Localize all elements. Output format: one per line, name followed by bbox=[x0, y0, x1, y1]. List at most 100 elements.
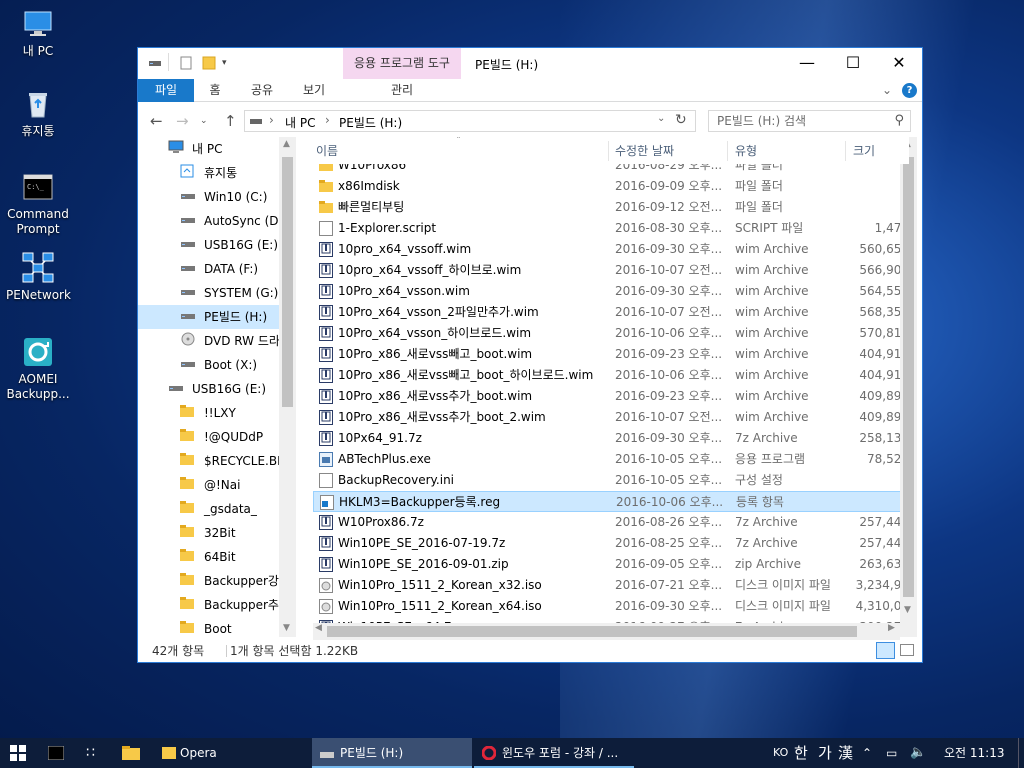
taskbar-item-opera[interactable]: Opera bbox=[154, 738, 306, 768]
breadcrumb-drive[interactable]: PE빌드 (H:) bbox=[339, 114, 402, 131]
file-list-scrollbar[interactable]: ▲ ▼ bbox=[900, 137, 917, 637]
nav-item[interactable]: Win10 (C:) bbox=[138, 185, 279, 209]
column-header-size[interactable]: 크기 bbox=[853, 137, 875, 165]
new-folder-icon[interactable] bbox=[202, 56, 216, 70]
nav-scrollbar-thumb[interactable] bbox=[282, 157, 293, 407]
file-explorer-taskbar-icon[interactable] bbox=[122, 738, 146, 768]
taskbar-item-opera-browser[interactable]: 윈도우 포럼 - 강좌 / ... bbox=[474, 738, 634, 768]
nav-item[interactable]: 휴지통 bbox=[138, 161, 279, 185]
nav-item[interactable]: !@QUDdP bbox=[138, 425, 279, 449]
file-row[interactable]: Win10PE_SE_2016-09-01.zip 2016-09-05 오후..… bbox=[313, 554, 909, 575]
scroll-right-icon[interactable]: ▶ bbox=[888, 623, 895, 633]
file-row[interactable]: HKLM3=Backupper등록.reg 2016-10-06 오후... 등록 … bbox=[313, 491, 910, 512]
file-row[interactable]: ABTechPlus.exe 2016-10-05 오후... 응용 프로그램 78,… bbox=[313, 449, 909, 470]
column-header-date[interactable]: 수정한 날짜 bbox=[615, 137, 674, 165]
nav-item[interactable]: 64Bit bbox=[138, 545, 279, 569]
scroll-down-icon[interactable]: ▼ bbox=[283, 623, 290, 633]
tab-manage[interactable]: 관리 bbox=[343, 79, 461, 102]
nav-scrollbar[interactable]: ▲ ▼ bbox=[279, 137, 296, 637]
nav-item[interactable]: AutoSync (D:) bbox=[138, 209, 287, 233]
desktop-icon-this-pc[interactable]: 내 PC bbox=[6, 8, 70, 59]
nav-item[interactable]: DVD RW 드라 bbox=[138, 329, 280, 353]
task-view-icon[interactable]: ∷ bbox=[86, 738, 110, 768]
file-row[interactable]: 10Pro_x86_새로vss빼고_boot.wim 2016-09-23 오후.… bbox=[313, 344, 909, 365]
network-tray-icon[interactable]: ▭ bbox=[886, 738, 897, 768]
file-list-scrollbar-thumb[interactable] bbox=[903, 157, 914, 597]
file-row[interactable]: 10Pro_x86_새로vss추가_boot_2.wim 2016-10-07 오… bbox=[313, 407, 909, 428]
file-row[interactable]: W10Prox86.7z 2016-08-26 오후... 7z Archive 25… bbox=[313, 512, 909, 533]
desktop-icon-recycle-bin[interactable]: 휴지통 bbox=[6, 88, 70, 139]
search-input[interactable]: PE빌드 (H:) 검색 ⚲ bbox=[708, 110, 911, 132]
nav-item[interactable]: Boot (X:) bbox=[138, 353, 279, 377]
column-header-name[interactable]: 이름 bbox=[316, 137, 338, 165]
help-icon[interactable]: ? bbox=[902, 83, 917, 98]
nav-item[interactable]: Backupper강죄 bbox=[138, 569, 290, 593]
address-dropdown-icon[interactable]: ⌄ bbox=[657, 113, 665, 124]
column-divider[interactable] bbox=[608, 141, 609, 161]
tab-home[interactable]: 홈 bbox=[198, 79, 232, 102]
file-row[interactable]: 10Pro_x64_vsson_하이브로드.wim 2016-10-06 오후..… bbox=[313, 323, 909, 344]
ime-mode-indicator[interactable]: 가 bbox=[818, 738, 832, 768]
tab-file[interactable]: 파일 bbox=[138, 79, 194, 102]
nav-item[interactable]: @!Nai bbox=[138, 473, 279, 497]
file-row[interactable]: 10Pro_x86_새로vss추가_boot.wim 2016-09-23 오후.… bbox=[313, 386, 909, 407]
nav-item[interactable]: 32Bit bbox=[138, 521, 279, 545]
start-button[interactable] bbox=[0, 738, 36, 768]
file-row[interactable]: BackupRecovery.ini2016-10-05 오후...구성 설정1 bbox=[313, 470, 909, 491]
desktop-icon-penetwork[interactable]: PENetwork bbox=[6, 252, 71, 303]
nav-item[interactable]: _gsdata_ bbox=[138, 497, 279, 521]
nav-item[interactable]: !!LXY bbox=[138, 401, 279, 425]
nav-item[interactable]: Backupper추가 bbox=[138, 593, 290, 617]
nav-item[interactable]: DATA (F:) bbox=[138, 257, 279, 281]
scroll-down-icon[interactable]: ▼ bbox=[904, 605, 911, 615]
refresh-icon[interactable]: ↻ bbox=[675, 112, 687, 128]
horizontal-scrollbar[interactable]: ◀ ▶ bbox=[313, 623, 900, 640]
nav-item[interactable]: PE빌드 (H:) bbox=[138, 305, 279, 329]
up-arrow-icon[interactable]: ↑ bbox=[224, 112, 237, 130]
scroll-up-icon[interactable]: ▲ bbox=[283, 139, 290, 149]
file-row[interactable]: 10pro_x64_vssoff.wim 2016-09-30 오후... wim … bbox=[313, 239, 909, 260]
details-view-icon[interactable] bbox=[876, 642, 895, 659]
desktop-icon-command-prompt[interactable]: C:\_ Command Prompt bbox=[6, 171, 70, 237]
desktop-icon-aomei-backupper[interactable]: AOMEI Backupp... bbox=[6, 336, 70, 402]
nav-item[interactable]: SYSTEM (G:) bbox=[138, 281, 279, 305]
chevron-down-icon[interactable]: ▾ bbox=[222, 58, 227, 72]
close-button[interactable]: ✕ bbox=[876, 48, 922, 78]
search-icon[interactable]: ⚲ bbox=[894, 111, 904, 131]
large-icons-view-icon[interactable] bbox=[900, 644, 914, 656]
tab-share[interactable]: 공유 bbox=[242, 79, 282, 102]
file-row[interactable]: 10Pro_x64_vsson_2파일만추가.wim 2016-10-07 오전.… bbox=[313, 302, 909, 323]
file-row[interactable]: Win10Pro_1511_2_Korean_x64.iso 2016-09-30… bbox=[313, 596, 909, 617]
horizontal-scrollbar-thumb[interactable] bbox=[327, 626, 857, 637]
maximize-button[interactable]: ☐ bbox=[830, 48, 876, 78]
clock[interactable]: 오전 11:13 bbox=[944, 738, 1004, 768]
nav-item[interactable]: USB16G (E:) bbox=[138, 377, 279, 401]
tab-view[interactable]: 보기 bbox=[294, 79, 334, 102]
nav-item[interactable]: USB16G (E:) bbox=[138, 233, 279, 257]
tray-chevron-up-icon[interactable]: ⌃ bbox=[862, 738, 872, 768]
minimize-button[interactable]: — bbox=[784, 48, 830, 78]
forward-arrow-icon[interactable]: → bbox=[176, 112, 189, 130]
taskbar-item-pe-build[interactable]: PE빌드 (H:) bbox=[312, 738, 472, 768]
column-divider[interactable] bbox=[727, 141, 728, 161]
breadcrumb-this-pc[interactable]: 내 PC bbox=[285, 114, 315, 131]
language-indicator[interactable]: KO bbox=[773, 738, 788, 768]
column-divider[interactable] bbox=[845, 141, 846, 161]
file-row[interactable]: 10pro_x64_vssoff_하이브로.wim 2016-10-07 오전..… bbox=[313, 260, 909, 281]
back-arrow-icon[interactable]: ← bbox=[150, 112, 163, 130]
ribbon-expand-icon[interactable]: ⌄ bbox=[880, 79, 894, 102]
show-desktop-button[interactable] bbox=[1018, 738, 1024, 768]
recent-chevron-icon[interactable]: ⌄ bbox=[200, 116, 208, 126]
scroll-left-icon[interactable]: ◀ bbox=[315, 623, 322, 633]
file-row[interactable]: x86Imdisk 2016-09-09 오후... 파일 폴더 bbox=[313, 176, 909, 197]
nav-item[interactable]: 내 PC bbox=[138, 137, 279, 161]
nav-item[interactable]: Boot bbox=[138, 617, 279, 637]
ime-hangul-indicator[interactable]: 한 bbox=[794, 738, 808, 768]
file-row[interactable]: Win10PE_SE_2016-07-19.7z 2016-08-25 오후...… bbox=[313, 533, 909, 554]
file-row[interactable]: Win10Pro_1511_2_Korean_x32.iso 2016-07-21… bbox=[313, 575, 909, 596]
nav-item[interactable]: $RECYCLE.BIN bbox=[138, 449, 290, 473]
column-header-type[interactable]: 유형 bbox=[735, 137, 757, 165]
file-row[interactable]: 1-Explorer.script 2016-08-30 오후... SCRIPT … bbox=[313, 218, 909, 239]
properties-icon[interactable] bbox=[180, 56, 192, 70]
address-box[interactable]: › 내 PC › PE빌드 (H:) ⌄ ↻ bbox=[244, 110, 696, 132]
